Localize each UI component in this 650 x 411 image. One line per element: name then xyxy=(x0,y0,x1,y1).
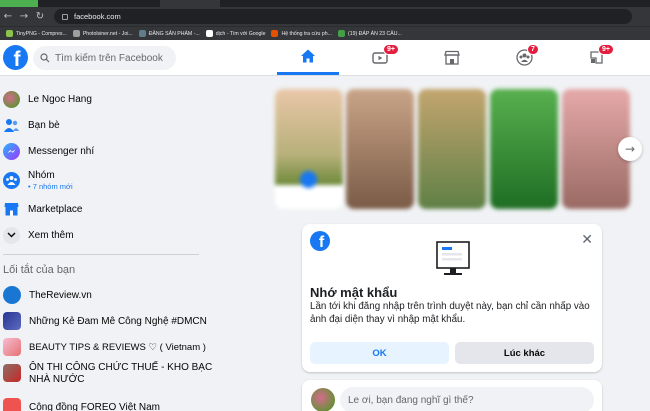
story-card[interactable] xyxy=(418,89,486,209)
friends-icon xyxy=(3,117,20,134)
marketplace-icon xyxy=(444,50,460,65)
reload-icon[interactable]: ↻ xyxy=(32,7,48,26)
groups-icon xyxy=(3,171,20,189)
not-now-button[interactable]: Lúc khác xyxy=(455,342,594,364)
browser-tab-active[interactable] xyxy=(160,0,220,7)
bookmark-item[interactable]: (19) ĐÁP ÁN 23 CÂU... xyxy=(337,30,402,37)
messenger-kids-icon xyxy=(3,142,20,160)
browser-tab-strip xyxy=(0,0,650,7)
avatar xyxy=(3,90,20,108)
bookmark-favicon-icon xyxy=(138,30,146,37)
shortcut-thumbnail-icon xyxy=(3,338,21,356)
groups-badge: 7 xyxy=(527,44,539,55)
bookmark-favicon-icon xyxy=(72,30,80,37)
chevron-down-icon xyxy=(3,226,20,244)
sidebar-item-messenger-kids[interactable]: Messenger nhí xyxy=(3,140,94,162)
bookmark-item[interactable]: dịch - Tìm với Google xyxy=(205,30,265,37)
post-composer: Le ơi, bạn đang nghĩ gì thế? xyxy=(302,380,602,411)
sidebar-item-see-more[interactable]: Xem thêm xyxy=(3,224,74,246)
nav-watch[interactable]: 9+ xyxy=(349,40,411,75)
forward-icon[interactable]: → xyxy=(16,7,32,26)
ok-button[interactable]: OK xyxy=(310,342,449,364)
shortcut-item[interactable]: BEAUTY TIPS & REVIEWS ♡ ( Vietnam ) xyxy=(3,336,206,358)
nav-gaming[interactable]: 9+ xyxy=(565,40,627,75)
lock-icon xyxy=(62,13,68,20)
arrow-right-icon: → xyxy=(624,142,636,156)
nav-marketplace[interactable] xyxy=(421,40,483,75)
story-card[interactable] xyxy=(490,89,558,209)
facebook-logo-icon[interactable]: f xyxy=(3,45,28,70)
browser-address-bar: ← → ↻ facebook.com xyxy=(0,7,650,26)
shortcut-item[interactable]: ÔN THI CÔNG CHỨC THUẾ - KHO BẠC NHÀ NƯỚC xyxy=(3,362,212,390)
save-login-description: Lần tới khi đăng nhập trên trình duyệt n… xyxy=(310,301,590,325)
bookmarks-bar: TinyPNG - Compres... Photolsiner.net - J… xyxy=(0,26,650,40)
story-card-create[interactable] xyxy=(275,89,343,209)
save-login-title: Nhớ mật khẩu xyxy=(310,285,398,300)
bookmark-favicon-icon xyxy=(271,30,279,37)
sidebar-item-profile[interactable]: Le Ngoc Hang xyxy=(3,88,92,110)
close-icon[interactable]: ✕ xyxy=(581,232,593,248)
watch-badge: 9+ xyxy=(383,44,399,55)
search-icon xyxy=(40,53,50,63)
bookmark-favicon-icon xyxy=(337,30,345,37)
nav-groups[interactable]: 7 xyxy=(493,40,555,75)
shortcuts-title: Lối tắt của bạn xyxy=(3,264,76,276)
search-box[interactable] xyxy=(33,46,176,70)
home-icon xyxy=(301,49,315,63)
back-icon[interactable]: ← xyxy=(0,7,16,26)
marketplace-icon xyxy=(3,201,20,218)
sidebar-divider xyxy=(3,254,199,255)
shortcut-item[interactable]: TheReview.vn xyxy=(3,284,92,306)
facebook-header: f 9+ 7 xyxy=(0,40,650,76)
sidebar-item-friends[interactable]: Bạn bè xyxy=(3,114,60,136)
google-icon xyxy=(205,30,213,37)
shortcut-item[interactable]: Những Kẻ Đam Mê Công Nghệ #DMCN xyxy=(3,310,207,332)
bookmark-item[interactable]: TinyPNG - Compres... xyxy=(6,30,67,37)
composer-input[interactable]: Le ơi, bạn đang nghĩ gì thế? xyxy=(340,387,594,411)
nav-home[interactable] xyxy=(277,40,339,75)
sidebar-item-groups[interactable]: Nhóm • 7 nhóm mới xyxy=(3,167,73,193)
stories-next-button[interactable]: → xyxy=(618,137,642,161)
bookmark-item[interactable]: Photolsiner.net - Joi... xyxy=(72,30,133,37)
shortcut-item[interactable]: Cộng đồng FOREO Việt Nam xyxy=(3,396,160,411)
sidebar-item-marketplace[interactable]: Marketplace xyxy=(3,198,82,220)
shortcut-thumbnail-icon xyxy=(3,286,21,304)
bookmark-favicon-icon xyxy=(6,30,13,37)
bookmark-item[interactable]: Hệ thống tra cứu ph... xyxy=(271,30,332,37)
save-login-card: f ✕ Nhớ mật khẩu Lần tới khi đăng nhập t… xyxy=(302,224,602,372)
gaming-badge: 9+ xyxy=(598,44,614,55)
browser-tab[interactable] xyxy=(0,0,38,7)
story-card[interactable] xyxy=(346,89,414,209)
search-input[interactable] xyxy=(55,52,170,64)
facebook-logo-icon: f xyxy=(310,231,330,251)
shortcut-thumbnail-icon xyxy=(3,364,21,382)
shortcut-thumbnail-icon xyxy=(3,398,21,411)
bookmark-item[interactable]: ĐĂNG SẢN PHẨM -... xyxy=(138,30,200,37)
shortcut-thumbnail-icon xyxy=(3,312,21,330)
monitor-icon xyxy=(436,241,470,275)
add-story-icon xyxy=(300,171,317,188)
url-text: facebook.com xyxy=(74,12,121,21)
url-field[interactable]: facebook.com xyxy=(54,9,632,24)
avatar xyxy=(311,388,335,411)
